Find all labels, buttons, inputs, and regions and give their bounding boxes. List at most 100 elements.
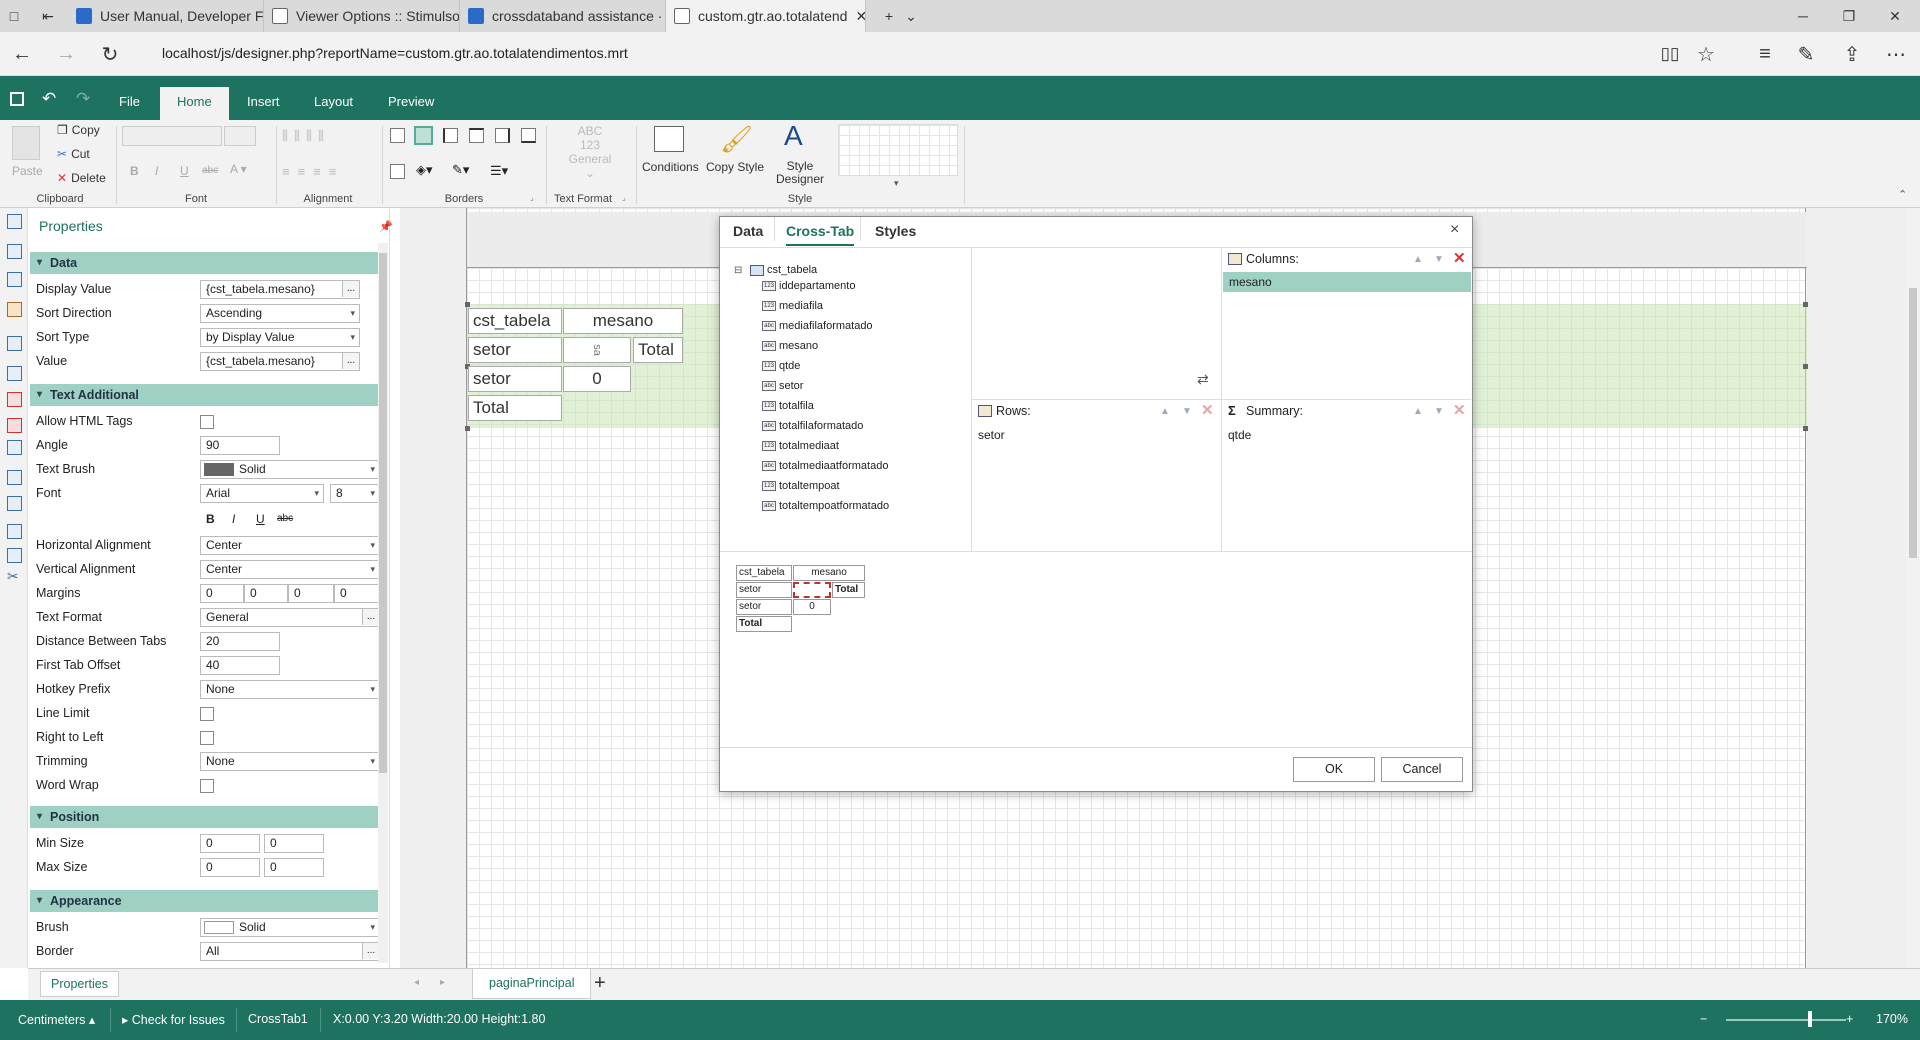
ribbon-tab-file[interactable]: File xyxy=(102,87,157,120)
vertical-align-icons[interactable]: ⫼⫼⫼⫼ xyxy=(282,128,330,144)
column-item-mesano[interactable]: mesano xyxy=(1223,272,1471,292)
zoom-slider[interactable] xyxy=(1726,1019,1846,1021)
datasource-node[interactable]: cst_tabela xyxy=(767,264,817,276)
line-limit-checkbox[interactable] xyxy=(200,707,214,721)
browser-tab-crossdataband[interactable]: crossdataband assistance · xyxy=(460,0,666,32)
zoom-slider-thumb[interactable] xyxy=(1808,1011,1812,1027)
ribbon-tab-home[interactable]: Home xyxy=(160,87,229,120)
share-icon[interactable]: ⇪ xyxy=(1832,32,1872,76)
text-format-button[interactable]: ABC 123 General ⌄ xyxy=(562,124,618,180)
canvas-scrollbar[interactable] xyxy=(1906,208,1920,968)
right-to-left-checkbox[interactable] xyxy=(200,731,214,745)
first-tab-offset-field[interactable]: 40 xyxy=(200,656,280,675)
resize-handle[interactable] xyxy=(465,302,470,307)
back-icon[interactable]: ← xyxy=(2,32,42,76)
angle-field[interactable]: 90 xyxy=(200,436,280,455)
border-top-icon[interactable] xyxy=(469,128,484,143)
sort-direction-select[interactable]: Ascending xyxy=(200,304,360,323)
remove-row-icon[interactable]: ✕ xyxy=(1201,401,1214,419)
set-aside-tabs-icon[interactable]: ⇤ xyxy=(30,0,66,32)
border-field[interactable]: All xyxy=(200,942,380,961)
delete-button[interactable]: ✕ Delete xyxy=(57,171,106,185)
crosstab-total-column-cell[interactable]: Total xyxy=(633,337,683,363)
crosstab-corner-cell[interactable]: cst_tabela xyxy=(468,308,562,334)
crosstab-row-header-cell[interactable]: setor xyxy=(468,337,562,363)
move-up-icon[interactable]: ▲ xyxy=(1413,406,1423,417)
border-bottom-icon[interactable] xyxy=(521,128,536,143)
crosstab-value-cell[interactable]: 0 xyxy=(563,366,631,392)
field-item[interactable]: abc mesano xyxy=(762,340,818,352)
border-style-icon[interactable]: ☰▾ xyxy=(490,163,508,179)
page-next-icon[interactable]: ▸ xyxy=(440,977,445,988)
text-icon[interactable] xyxy=(7,336,22,351)
move-down-icon[interactable]: ▼ xyxy=(1434,406,1444,417)
margin-right-field[interactable]: 0 xyxy=(244,584,288,603)
field-item[interactable]: abc setor xyxy=(762,380,803,392)
border-left-icon[interactable] xyxy=(443,128,458,143)
section-text-additional[interactable]: Text Additional xyxy=(30,384,388,406)
italic-icon[interactable]: I xyxy=(232,512,235,526)
copy-button[interactable]: ❐ Copy xyxy=(57,123,100,137)
forward-icon[interactable]: → xyxy=(46,32,86,76)
restore-icon[interactable]: ❐ xyxy=(1826,0,1872,32)
section-position[interactable]: Position xyxy=(30,806,388,828)
margin-top-field[interactable]: 0 xyxy=(288,584,334,603)
ribbon-tab-layout[interactable]: Layout xyxy=(297,87,370,120)
tree-collapse-icon[interactable]: ⊟ xyxy=(734,265,742,276)
field-item[interactable]: abc totalfilaformatado xyxy=(762,420,863,432)
crosstab-column-header-cell[interactable]: mesano xyxy=(563,308,683,334)
swap-icon[interactable]: ⇄ xyxy=(1197,371,1209,388)
bold-icon[interactable]: B xyxy=(206,512,215,526)
dialog-tab-styles[interactable]: Styles xyxy=(875,223,916,239)
properties-scrollbar[interactable] xyxy=(378,243,388,963)
row-item-setor[interactable]: setor xyxy=(978,428,1005,442)
properties-tab[interactable]: Properties xyxy=(40,971,119,997)
field-item[interactable]: abc totaltempoatformatado xyxy=(762,500,889,512)
min-width-field[interactable]: 0 xyxy=(200,834,260,853)
barcode-icon[interactable] xyxy=(7,548,22,563)
border-right-icon[interactable] xyxy=(495,128,510,143)
vertical-alignment-select[interactable]: Center xyxy=(200,560,380,579)
resize-handle[interactable] xyxy=(465,426,470,431)
style-gallery-more-icon[interactable]: ▾ xyxy=(894,178,899,189)
zoom-out-icon[interactable]: − xyxy=(1700,1012,1707,1026)
font-select[interactable]: Arial xyxy=(200,484,324,503)
word-wrap-checkbox[interactable] xyxy=(200,779,214,793)
trimming-select[interactable]: None xyxy=(200,752,380,771)
crosstab-rotated-cell[interactable]: sa xyxy=(563,337,631,363)
allow-html-checkbox[interactable] xyxy=(200,415,214,429)
font-size-select[interactable] xyxy=(224,126,256,146)
ribbon-tab-preview[interactable]: Preview xyxy=(371,87,451,120)
picture-icon[interactable] xyxy=(7,418,22,433)
border-color-icon[interactable]: ✎▾ xyxy=(452,162,469,178)
image-icon[interactable] xyxy=(7,302,22,317)
move-down-icon[interactable]: ▼ xyxy=(1182,406,1192,417)
cancel-button[interactable]: Cancel xyxy=(1381,757,1463,782)
distance-between-tabs-field[interactable]: 20 xyxy=(200,632,280,651)
horizontal-alignment-select[interactable]: Center xyxy=(200,536,380,555)
paste-button[interactable]: Paste xyxy=(12,164,43,178)
bold-icon[interactable]: B xyxy=(130,164,139,178)
favorite-star-icon[interactable]: ☆ xyxy=(1686,32,1726,76)
display-value-field[interactable]: {cst_tabela.mesano} xyxy=(200,280,360,299)
crosstab-row-header-cell[interactable]: setor xyxy=(468,366,562,392)
underline-icon[interactable]: U xyxy=(180,164,189,178)
borders-launcher-icon[interactable]: ⌟ xyxy=(530,193,534,202)
save-icon[interactable] xyxy=(10,92,24,106)
move-down-icon[interactable]: ▼ xyxy=(1434,254,1444,265)
dialog-tab-crosstab[interactable]: Cross-Tab xyxy=(786,223,855,246)
resize-handle[interactable] xyxy=(1803,426,1808,431)
move-up-icon[interactable]: ▲ xyxy=(1413,254,1423,265)
undo-icon[interactable]: ↶ xyxy=(42,89,56,109)
zoom-in-icon[interactable]: + xyxy=(1846,1012,1853,1026)
dialog-tab-data[interactable]: Data xyxy=(733,223,763,239)
field-item[interactable]: 123 totalmediaat xyxy=(762,440,839,452)
text-brush-select[interactable]: Solid xyxy=(200,460,380,479)
border-all-icon[interactable] xyxy=(390,128,405,143)
hub-icon[interactable]: ≡ xyxy=(1745,32,1785,76)
horizontal-align-icons[interactable]: ≡≡≡≡ xyxy=(282,164,344,179)
field-item[interactable]: 123 mediafila xyxy=(762,300,823,312)
italic-icon[interactable]: I xyxy=(155,164,158,178)
underline-icon[interactable]: U xyxy=(256,512,265,526)
field-item[interactable]: 123 totaltempoat xyxy=(762,480,840,492)
